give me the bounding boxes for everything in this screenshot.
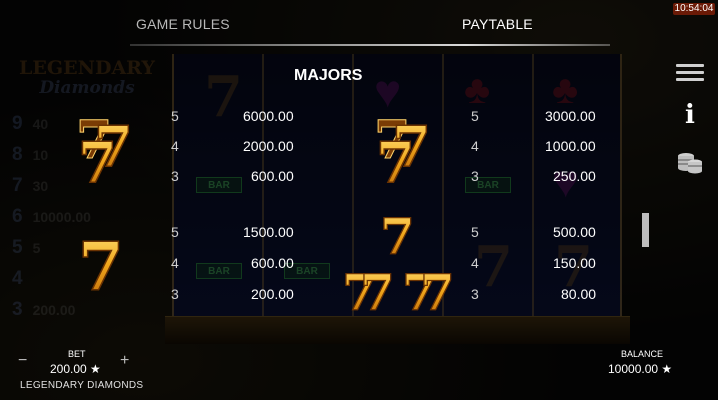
coins-icon[interactable] [676, 148, 704, 176]
payout-value: 80.00 [561, 286, 597, 302]
payout-count: 3 [471, 286, 479, 302]
payout-value: 200.00 [251, 286, 294, 302]
payout-value: 500.00 [553, 224, 596, 240]
clock: 10:54:04 [673, 3, 715, 15]
bet-value: 200.00 ★ [50, 362, 101, 376]
payout-count: 4 [471, 138, 479, 154]
payout-count: 3 [171, 286, 179, 302]
tab-paytable[interactable]: PAYTABLE [462, 16, 533, 32]
tab-underline [130, 44, 610, 46]
payout-value: 250.00 [553, 168, 596, 184]
payout-count: 3 [171, 168, 179, 184]
single-seven-symbol: 7 [77, 228, 124, 298]
scrollbar-thumb[interactable] [642, 213, 649, 247]
overlay-dimmer [0, 0, 718, 400]
payout-count: 4 [171, 255, 179, 271]
balance-value: 10000.00 ★ [608, 362, 673, 376]
svg-text:7: 7 [78, 130, 117, 184]
svg-text:7: 7 [380, 207, 415, 266]
svg-text:7: 7 [360, 263, 395, 316]
bet-label: BET [68, 349, 86, 359]
paytable-scrollbar[interactable] [642, 56, 649, 318]
payout-count: 5 [171, 108, 179, 124]
payout-value: 3000.00 [545, 108, 596, 124]
svg-text:7: 7 [78, 228, 124, 298]
payout-count: 5 [171, 224, 179, 240]
bet-increase-button[interactable]: + [120, 352, 129, 370]
payout-count: 3 [471, 168, 479, 184]
payout-count: 4 [471, 255, 479, 271]
payout-value: 2000.00 [243, 138, 294, 154]
balance-label: BALANCE [621, 349, 664, 359]
svg-text:7: 7 [420, 263, 455, 316]
payout-value: 1000.00 [545, 138, 596, 154]
three-sevens-symbol: 7 7 7 7 7 [341, 206, 455, 316]
tab-game-rules[interactable]: GAME RULES [136, 16, 230, 32]
payout-value: 6000.00 [243, 108, 294, 124]
payout-value: 600.00 [251, 255, 294, 271]
triple-seven-symbol: 7 7 7 [374, 110, 432, 185]
payout-value: 1500.00 [243, 224, 294, 240]
info-icon[interactable]: i [676, 100, 704, 130]
payout-value: 150.00 [553, 255, 596, 271]
payout-value: 600.00 [251, 168, 294, 184]
bet-decrease-button[interactable]: − [18, 352, 27, 370]
triple-seven-symbol: 7 7 7 [76, 110, 134, 185]
section-title: MAJORS [294, 67, 363, 84]
payout-count: 4 [171, 138, 179, 154]
svg-text:7: 7 [376, 130, 415, 184]
payout-count: 5 [471, 224, 479, 240]
payout-count: 5 [471, 108, 479, 124]
menu-icon[interactable] [676, 64, 704, 85]
game-name: LEGENDARY DIAMONDS [20, 380, 144, 391]
